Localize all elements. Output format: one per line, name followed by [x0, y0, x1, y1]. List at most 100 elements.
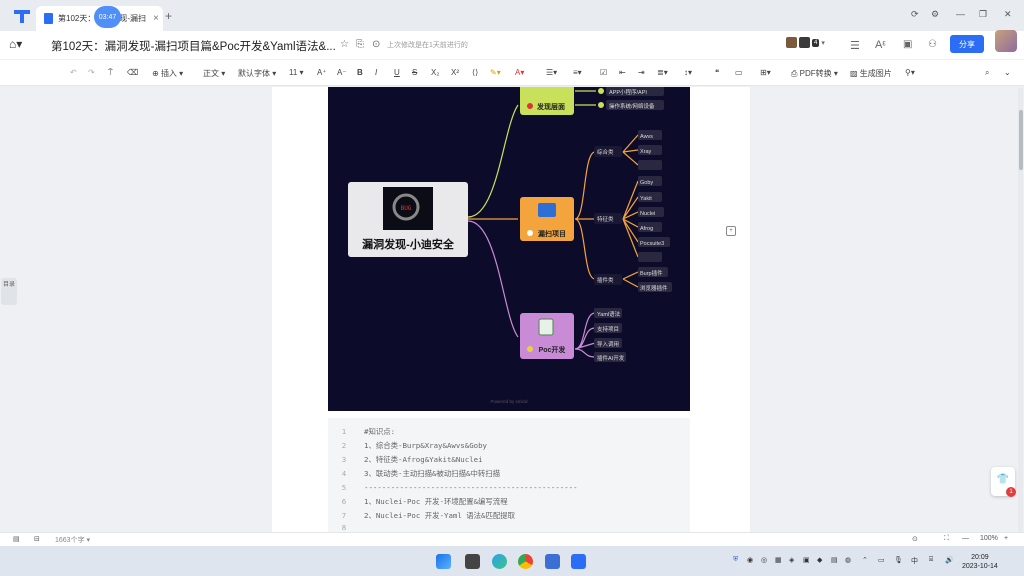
text-format-icon[interactable]: Aᵋ — [875, 39, 886, 51]
task-view-icon[interactable] — [465, 554, 480, 569]
tray-app-icon[interactable]: ◉ — [747, 556, 753, 564]
decrease-font-icon[interactable]: A⁻ — [337, 68, 347, 77]
font-size-select[interactable]: 11 ▾ — [289, 68, 304, 77]
more-tools-icon[interactable]: ⚲▾ — [905, 68, 915, 77]
present-icon[interactable]: ▣ — [903, 39, 912, 50]
redo-icon[interactable]: ↷ — [88, 68, 95, 77]
line-spacing-icon[interactable]: ↕▾ — [684, 68, 692, 77]
subscript-icon[interactable]: X₂ — [431, 68, 439, 77]
bullet-list-icon[interactable]: ☰▾ — [546, 68, 557, 77]
tray-app-icon[interactable]: ◆ — [817, 556, 822, 564]
new-tab-button[interactable]: + — [165, 9, 172, 23]
format-painter-icon[interactable]: ⍑ — [108, 68, 113, 78]
checklist-icon[interactable]: ☑ — [600, 68, 607, 77]
home-icon[interactable]: ⌂▾ — [9, 37, 22, 51]
volume-icon[interactable]: 🔊 — [945, 556, 954, 564]
tray-app-icon[interactable]: ◎ — [761, 556, 767, 564]
shield-icon[interactable]: ⛨ — [733, 556, 738, 564]
feishu-icon[interactable] — [545, 554, 560, 569]
increase-font-icon[interactable]: A⁺ — [317, 68, 327, 77]
close-window-icon[interactable]: ✕ — [1004, 9, 1012, 20]
pdf-convert-button[interactable]: ⎙ PDF转换 ▾ — [791, 68, 838, 79]
docs-app-icon[interactable] — [571, 554, 586, 569]
chevron-down-icon[interactable]: ⌄ — [1004, 68, 1011, 77]
network-icon[interactable]: ⌸ — [929, 556, 933, 564]
sync-icon[interactable]: ⟳ — [911, 9, 919, 20]
style-select[interactable]: 正文 ▾ — [203, 68, 225, 79]
input-method-icon[interactable]: 中 — [911, 556, 918, 566]
insert-button[interactable]: ⊕ 插入 ▾ — [152, 68, 183, 79]
code-line: 2 1、综合类-Burp&Xray&Awvs&Goby — [328, 438, 487, 452]
connector-mid-groups — [574, 151, 596, 280]
tab-close-icon[interactable]: × — [153, 13, 159, 24]
recording-timer[interactable]: 03:47 — [94, 6, 121, 28]
star-icon[interactable]: ☆ — [340, 39, 349, 50]
zoom-level[interactable]: 100% — [980, 535, 998, 542]
indent-increase-icon[interactable]: ⇥ — [638, 68, 645, 77]
edge-icon[interactable] — [492, 554, 507, 569]
zoom-in-icon[interactable]: + — [1004, 535, 1008, 542]
code-icon[interactable]: ⟨⟩ — [472, 68, 478, 77]
saved-icon[interactable]: ⊙ — [372, 39, 380, 50]
align-icon[interactable]: ≣▾ — [657, 68, 668, 77]
strikethrough-icon[interactable]: S — [412, 68, 417, 77]
display-icon[interactable]: ▭ — [878, 556, 885, 564]
superscript-icon[interactable]: X² — [451, 68, 459, 77]
mindmap-image[interactable]: BUG 漏洞发现-小迪安全 发现层面 APP小程序/API 操作系统/网络设备 … — [328, 83, 690, 411]
undo-icon[interactable]: ↶ — [70, 68, 77, 77]
table-icon[interactable]: ⊞▾ — [760, 68, 771, 77]
code-block[interactable]: 1 #知识点: 2 1、综合类-Burp&Xray&Awvs&Goby 3 2、特征类… — [328, 418, 690, 532]
indent-decrease-icon[interactable]: ⇤ — [619, 68, 626, 77]
microphone-icon[interactable]: 🎙 — [894, 556, 903, 564]
comment-icon[interactable]: ▭ — [735, 68, 743, 77]
tray-app-icon[interactable]: ▦ — [775, 556, 782, 564]
font-color-icon[interactable]: A▾ — [515, 68, 524, 77]
chevron-up-icon[interactable]: ⌃ — [862, 556, 868, 564]
add-user-icon[interactable]: ⚇ — [928, 39, 937, 50]
document-title[interactable]: 第102天：漏洞发现-漏扫项目篇&Poc开发&Yaml语法&... — [51, 38, 336, 54]
code-text: 1、Nuclei-Poc 开发-环境配置&编写流程 — [364, 496, 508, 506]
tray-app-icon[interactable]: ◈ — [789, 556, 794, 564]
chevron-down-icon: ▾ — [821, 39, 825, 47]
minimize-icon[interactable]: — — [956, 9, 965, 19]
share-button[interactable]: 分享 — [950, 35, 984, 53]
fullscreen-icon[interactable]: ⛶ — [944, 535, 949, 543]
tray-app-icon[interactable]: ▤ — [831, 556, 838, 564]
toc-toggle[interactable]: 目录 — [1, 278, 17, 305]
system-clock[interactable]: 20:09 2023-10-14 — [962, 553, 998, 571]
user-avatar[interactable] — [995, 30, 1017, 52]
page-view-icon[interactable]: ⊟ — [34, 535, 40, 543]
move-icon[interactable]: ⎘ — [356, 39, 364, 50]
app-logo-icon[interactable] — [11, 5, 33, 27]
font-select[interactable]: 默认字体 ▾ — [238, 68, 276, 79]
insert-label: 插入 — [160, 69, 177, 78]
quote-icon[interactable]: ❝ — [715, 68, 719, 77]
last-edit-status: 上次修改是在1天前进行的 — [387, 42, 468, 49]
search-icon[interactable]: ⌕ — [985, 68, 989, 78]
menu-icon[interactable]: ☰ — [850, 39, 860, 52]
bottom-child-label: 导入调用 — [597, 340, 619, 348]
italic-icon[interactable]: I — [375, 68, 377, 77]
line-number: 1 — [341, 426, 347, 436]
collaborators[interactable]: 4 ▾ — [786, 37, 825, 48]
insert-block-icon[interactable]: + — [726, 226, 736, 236]
highlight-icon[interactable]: ✎▾ — [490, 68, 501, 77]
tray-app-icon[interactable]: ▣ — [803, 556, 810, 564]
generate-image-button[interactable]: ▨ 生成图片 — [850, 68, 892, 79]
item-label: Nuclei — [640, 211, 655, 217]
clear-format-icon[interactable]: ⌫ — [127, 68, 138, 77]
connector-bottom — [467, 220, 519, 338]
outline-icon[interactable]: ▤ — [13, 535, 20, 543]
bold-icon[interactable]: B — [357, 68, 363, 77]
settings-icon[interactable]: ⚙ — [931, 9, 939, 20]
tray-app-icon[interactable]: ◍ — [845, 556, 851, 564]
focus-icon[interactable]: ⊙ — [912, 535, 918, 543]
underline-icon[interactable]: U — [394, 68, 400, 77]
numbered-list-icon[interactable]: ≡▾ — [573, 68, 582, 77]
start-menu-icon[interactable] — [436, 554, 451, 569]
restore-icon[interactable]: ❐ — [979, 9, 987, 20]
word-count[interactable]: 1663个字 ▾ — [55, 535, 90, 545]
chrome-icon[interactable] — [518, 554, 533, 569]
scrollbar-thumb[interactable] — [1019, 110, 1023, 170]
zoom-out-icon[interactable]: — — [962, 535, 969, 542]
